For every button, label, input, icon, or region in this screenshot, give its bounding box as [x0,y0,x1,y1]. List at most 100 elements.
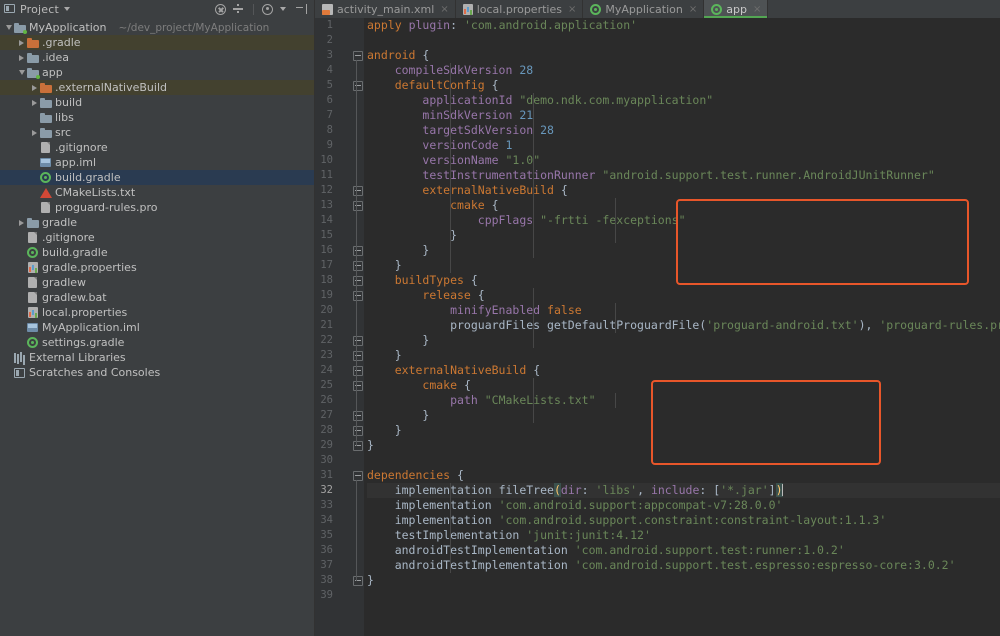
editor-gutter[interactable]: 1 2 3 4 5 6 7 8 9 10 11 12 13 14 15 16 17 18 19 20 21 22 23 24 2… [315,18,363,636]
settings-gear-icon[interactable] [262,3,273,15]
settings-chevron-down-icon[interactable] [280,7,286,11]
code-line-22[interactable]: } [367,333,1000,348]
tree-item--externalnativebuild[interactable]: .externalNativeBuild [0,80,314,95]
tree-item--idea[interactable]: .idea [0,50,314,65]
code-line-8[interactable]: targetSdkVersion 28 [367,123,1000,138]
code-fold-toggle[interactable] [352,333,363,348]
code-line-21[interactable]: proguardFiles getDefaultProguardFile('pr… [367,318,1000,333]
chevron-right-icon[interactable] [17,54,26,61]
code-line-37[interactable]: androidTestImplementation 'com.android.s… [367,558,1000,573]
code-line-32[interactable]: implementation fileTree(dir: 'libs', inc… [367,483,1000,498]
code-line-38[interactable]: } [367,573,1000,588]
code-line-7[interactable]: minSdkVersion 21 [367,108,1000,123]
code-line-9[interactable]: versionCode 1 [367,138,1000,153]
tree-item-settings-gradle[interactable]: settings.gradle [0,335,314,350]
code-fold-toggle[interactable] [352,348,363,363]
chevron-right-icon[interactable] [30,99,39,106]
code-fold-toggle[interactable] [352,183,363,198]
code-fold-toggle[interactable] [352,378,363,393]
code-editor[interactable]: 1 2 3 4 5 6 7 8 9 10 11 12 13 14 15 16 17 18 19 20 21 22 23 24 2… [315,18,1000,636]
code-fold-toggle[interactable] [352,438,363,453]
close-icon[interactable]: × [568,4,576,15]
chevron-down-icon[interactable] [64,7,71,11]
hide-panel-icon[interactable] [295,3,308,16]
code-fold-toggle[interactable] [352,288,363,303]
close-icon[interactable]: × [440,4,448,15]
code-fold-toggle[interactable] [352,48,363,63]
code-line-29[interactable]: } [367,438,1000,453]
tree-item-libs[interactable]: libs [0,110,314,125]
code-line-3[interactable]: android { [367,48,1000,63]
code-line-19[interactable]: release { [367,288,1000,303]
tree-item-build-gradle[interactable]: build.gradle [0,245,314,260]
code-line-10[interactable]: versionName "1.0" [367,153,1000,168]
code-line-25[interactable]: cmake { [367,378,1000,393]
tree-item-gradle[interactable]: gradle [0,215,314,230]
editor-tab-activity-main-xml[interactable]: activity_main.xml × [315,0,456,18]
code-line-35[interactable]: testImplementation 'junit:junit:4.12' [367,528,1000,543]
code-line-17[interactable]: } [367,258,1000,273]
code-fold-toggle[interactable] [352,573,363,588]
code-line-33[interactable]: implementation 'com.android.support:appc… [367,498,1000,513]
tree-item-app[interactable]: app [0,65,314,80]
editor-tab-app[interactable]: app × [704,0,769,18]
code-line-2[interactable] [367,33,1000,48]
chevron-right-icon[interactable] [30,129,39,136]
tree-item-external-libraries[interactable]: External Libraries [0,350,314,365]
chevron-right-icon[interactable] [17,219,26,226]
code-line-12[interactable]: externalNativeBuild { [367,183,1000,198]
tree-item-proguard-rules-pro[interactable]: proguard-rules.pro [0,200,314,215]
code-content[interactable]: apply plugin: 'com.android.application' … [367,18,1000,636]
tree-item-src[interactable]: src [0,125,314,140]
close-icon[interactable]: × [753,4,761,15]
code-fold-toggle[interactable] [352,408,363,423]
tree-item--gradle[interactable]: .gradle [0,35,314,50]
code-fold-toggle[interactable] [352,198,363,213]
code-line-20[interactable]: minifyEnabled false [367,303,1000,318]
code-line-11[interactable]: testInstrumentationRunner "android.suppo… [367,168,1000,183]
code-fold-toggle[interactable] [352,258,363,273]
code-line-13[interactable]: cmake { [367,198,1000,213]
chevron-right-icon[interactable] [30,84,39,91]
code-line-5[interactable]: defaultConfig { [367,78,1000,93]
tree-item-gradlew[interactable]: gradlew [0,275,314,290]
tree-item-cmakelists-txt[interactable]: CMakeLists.txt [0,185,314,200]
code-line-30[interactable] [367,453,1000,468]
code-line-1[interactable]: apply plugin: 'com.android.application' [367,18,1000,33]
code-fold-toggle[interactable] [352,363,363,378]
code-fold-toggle[interactable] [352,468,363,483]
tree-item--gitignore[interactable]: .gitignore [0,230,314,245]
code-line-26[interactable]: path "CMakeLists.txt" [367,393,1000,408]
code-line-39[interactable] [367,588,1000,603]
code-line-16[interactable]: } [367,243,1000,258]
editor-tab-myapplication[interactable]: MyApplication × [583,0,705,18]
editor-tab-local-properties[interactable]: local.properties × [456,0,584,18]
tree-item-myapplication[interactable]: MyApplication ~/dev_project/MyApplication [0,20,314,35]
code-line-23[interactable]: } [367,348,1000,363]
code-fold-toggle[interactable] [352,273,363,288]
code-line-6[interactable]: applicationId "demo.ndk.com.myapplicatio… [367,93,1000,108]
code-fold-toggle[interactable] [352,78,363,93]
tree-item-build[interactable]: build [0,95,314,110]
chevron-down-icon[interactable] [4,25,13,30]
code-line-27[interactable]: } [367,408,1000,423]
tree-item-scratches-and-consoles[interactable]: Scratches and Consoles [0,365,314,380]
code-line-34[interactable]: implementation 'com.android.support.cons… [367,513,1000,528]
code-fold-toggle[interactable] [352,423,363,438]
chevron-down-icon[interactable] [17,70,26,75]
expand-all-icon[interactable] [232,3,245,16]
code-line-18[interactable]: buildTypes { [367,273,1000,288]
code-line-28[interactable]: } [367,423,1000,438]
code-line-36[interactable]: androidTestImplementation 'com.android.s… [367,543,1000,558]
tree-item--gitignore[interactable]: .gitignore [0,140,314,155]
tree-item-local-properties[interactable]: local.properties [0,305,314,320]
tree-item-myapplication-iml[interactable]: MyApplication.iml [0,320,314,335]
code-line-31[interactable]: dependencies { [367,468,1000,483]
code-line-24[interactable]: externalNativeBuild { [367,363,1000,378]
code-line-15[interactable]: } [367,228,1000,243]
code-line-14[interactable]: cppFlags "-frtti -fexceptions" [367,213,1000,228]
tree-item-app-iml[interactable]: app.iml [0,155,314,170]
project-tree[interactable]: MyApplication ~/dev_project/MyApplication… [0,18,315,636]
tree-item-gradle-properties[interactable]: gradle.properties [0,260,314,275]
tree-item-gradlew-bat[interactable]: gradlew.bat [0,290,314,305]
